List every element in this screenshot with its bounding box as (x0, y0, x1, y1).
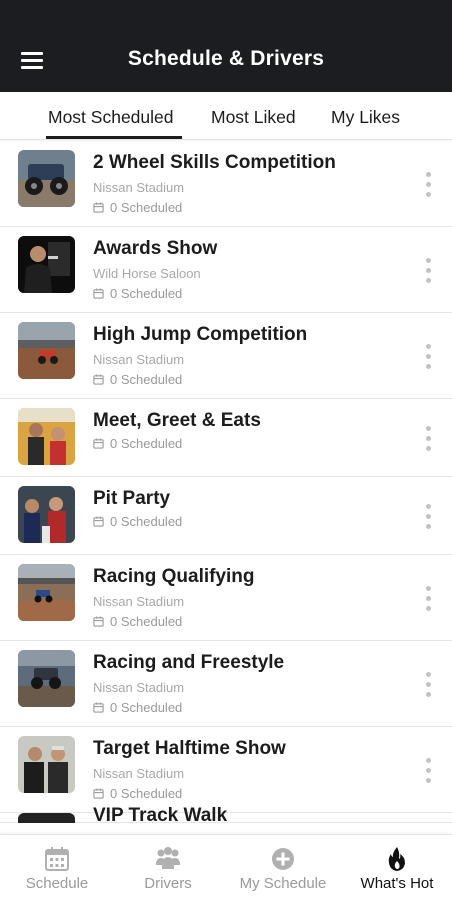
event-thumbnail (18, 408, 75, 465)
event-thumbnail (18, 322, 75, 379)
more-options-icon[interactable] (420, 341, 436, 371)
calendar-icon (93, 202, 104, 213)
list-item[interactable]: Awards Show Wild Horse Saloon 0 Schedule… (0, 227, 452, 313)
event-thumbnail (18, 813, 75, 823)
event-title: Meet, Greet & Eats (93, 410, 261, 431)
nav-whats-hot-label: What's Hot (360, 875, 434, 892)
tab-my-likes[interactable]: My Likes (331, 107, 400, 128)
event-title: 2 Wheel Skills Competition (93, 152, 336, 173)
more-options-icon[interactable] (420, 755, 436, 785)
event-thumbnail (18, 564, 75, 621)
calendar-icon (93, 438, 104, 449)
scheduled-count-label: 0 Scheduled (110, 514, 183, 529)
event-title: Racing Qualifying (93, 566, 255, 587)
list-item[interactable]: Target Halftime Show Nissan Stadium 0 Sc… (0, 727, 452, 813)
calendar-icon (93, 516, 104, 527)
people-icon (156, 847, 180, 869)
tab-selected-indicator (46, 136, 182, 139)
tab-bar: Most Scheduled Most Liked My Likes (0, 92, 452, 140)
nav-schedule[interactable]: Schedule (16, 835, 98, 900)
more-options-icon[interactable] (420, 583, 436, 613)
scheduled-count: 0 Scheduled (93, 786, 182, 801)
scheduled-count-label: 0 Scheduled (110, 372, 183, 387)
scheduled-count: 0 Scheduled (93, 700, 182, 715)
page-title: Schedule & Drivers (127, 47, 325, 70)
list-item[interactable]: Racing and Freestyle Nissan Stadium 0 Sc… (0, 641, 452, 727)
event-thumbnail (18, 650, 75, 707)
calendar-icon (93, 616, 104, 627)
event-title: VIP Track Walk (93, 805, 228, 826)
tab-most-liked[interactable]: Most Liked (211, 107, 296, 128)
bottom-nav: Schedule Drivers My Schedule What's Hot (0, 834, 452, 900)
event-title: High Jump Competition (93, 324, 308, 345)
event-title: Awards Show (93, 238, 218, 259)
event-venue: Nissan Stadium (93, 352, 185, 367)
list-item[interactable]: Racing Qualifying Nissan Stadium 0 Sched… (0, 555, 452, 641)
list-item[interactable]: 2 Wheel Skills Competition Nissan Stadiu… (0, 141, 452, 227)
nav-my-schedule-label: My Schedule (239, 875, 327, 892)
event-title: Target Halftime Show (93, 738, 286, 759)
nav-drivers[interactable]: Drivers (128, 835, 208, 900)
list-item-partial[interactable]: VIP Track Walk (0, 805, 452, 826)
scheduled-count: 0 Scheduled (93, 372, 182, 387)
calendar-icon (93, 702, 104, 713)
event-venue: Nissan Stadium (93, 680, 185, 695)
scheduled-count: 0 Scheduled (93, 200, 182, 215)
tab-most-scheduled[interactable]: Most Scheduled (48, 107, 174, 128)
nav-whats-hot[interactable]: What's Hot (352, 835, 442, 900)
more-options-icon[interactable] (420, 169, 436, 199)
nav-drivers-label: Drivers (144, 875, 192, 892)
calendar-icon (45, 847, 69, 871)
nav-my-schedule[interactable]: My Schedule (230, 835, 336, 900)
nav-schedule-label: Schedule (25, 875, 89, 892)
more-options-icon[interactable] (420, 669, 436, 699)
event-venue: Nissan Stadium (93, 180, 185, 195)
event-thumbnail (18, 736, 75, 793)
more-options-icon[interactable] (420, 501, 436, 531)
more-options-icon[interactable] (420, 255, 436, 285)
event-venue: Wild Horse Saloon (93, 266, 201, 281)
event-thumbnail (18, 486, 75, 543)
calendar-icon (93, 374, 104, 385)
scheduled-count-label: 0 Scheduled (110, 286, 183, 301)
more-options-icon[interactable] (420, 423, 436, 453)
status-bar: ˇ (0, 0, 452, 28)
scheduled-count-label: 0 Scheduled (110, 700, 183, 715)
scheduled-count-label: 0 Scheduled (110, 786, 183, 801)
scheduled-count-label: 0 Scheduled (110, 200, 183, 215)
event-thumbnail (18, 236, 75, 293)
event-title: Racing and Freestyle (93, 652, 285, 673)
scheduled-count: 0 Scheduled (93, 614, 182, 629)
scheduled-count: 0 Scheduled (93, 514, 182, 529)
event-thumbnail (18, 150, 75, 207)
flame-icon (388, 847, 405, 871)
scheduled-count-label: 0 Scheduled (110, 614, 183, 629)
event-title: Pit Party (93, 488, 171, 509)
app-bar: Schedule & Drivers (0, 28, 452, 92)
scheduled-count: 0 Scheduled (93, 436, 182, 451)
status-indicator-icon: ˇ (24, 0, 28, 7)
event-venue: Nissan Stadium (93, 766, 185, 781)
calendar-icon (93, 788, 104, 799)
list-item[interactable]: Meet, Greet & Eats 0 Scheduled (0, 399, 452, 477)
plus-circle-icon (272, 848, 294, 870)
event-list: 2 Wheel Skills Competition Nissan Stadiu… (0, 141, 452, 834)
list-item[interactable]: Pit Party 0 Scheduled (0, 477, 452, 555)
list-item[interactable]: High Jump Competition Nissan Stadium 0 S… (0, 313, 452, 399)
calendar-icon (93, 288, 104, 299)
scheduled-count-label: 0 Scheduled (110, 436, 183, 451)
event-venue: Nissan Stadium (93, 594, 185, 609)
scheduled-count: 0 Scheduled (93, 286, 182, 301)
